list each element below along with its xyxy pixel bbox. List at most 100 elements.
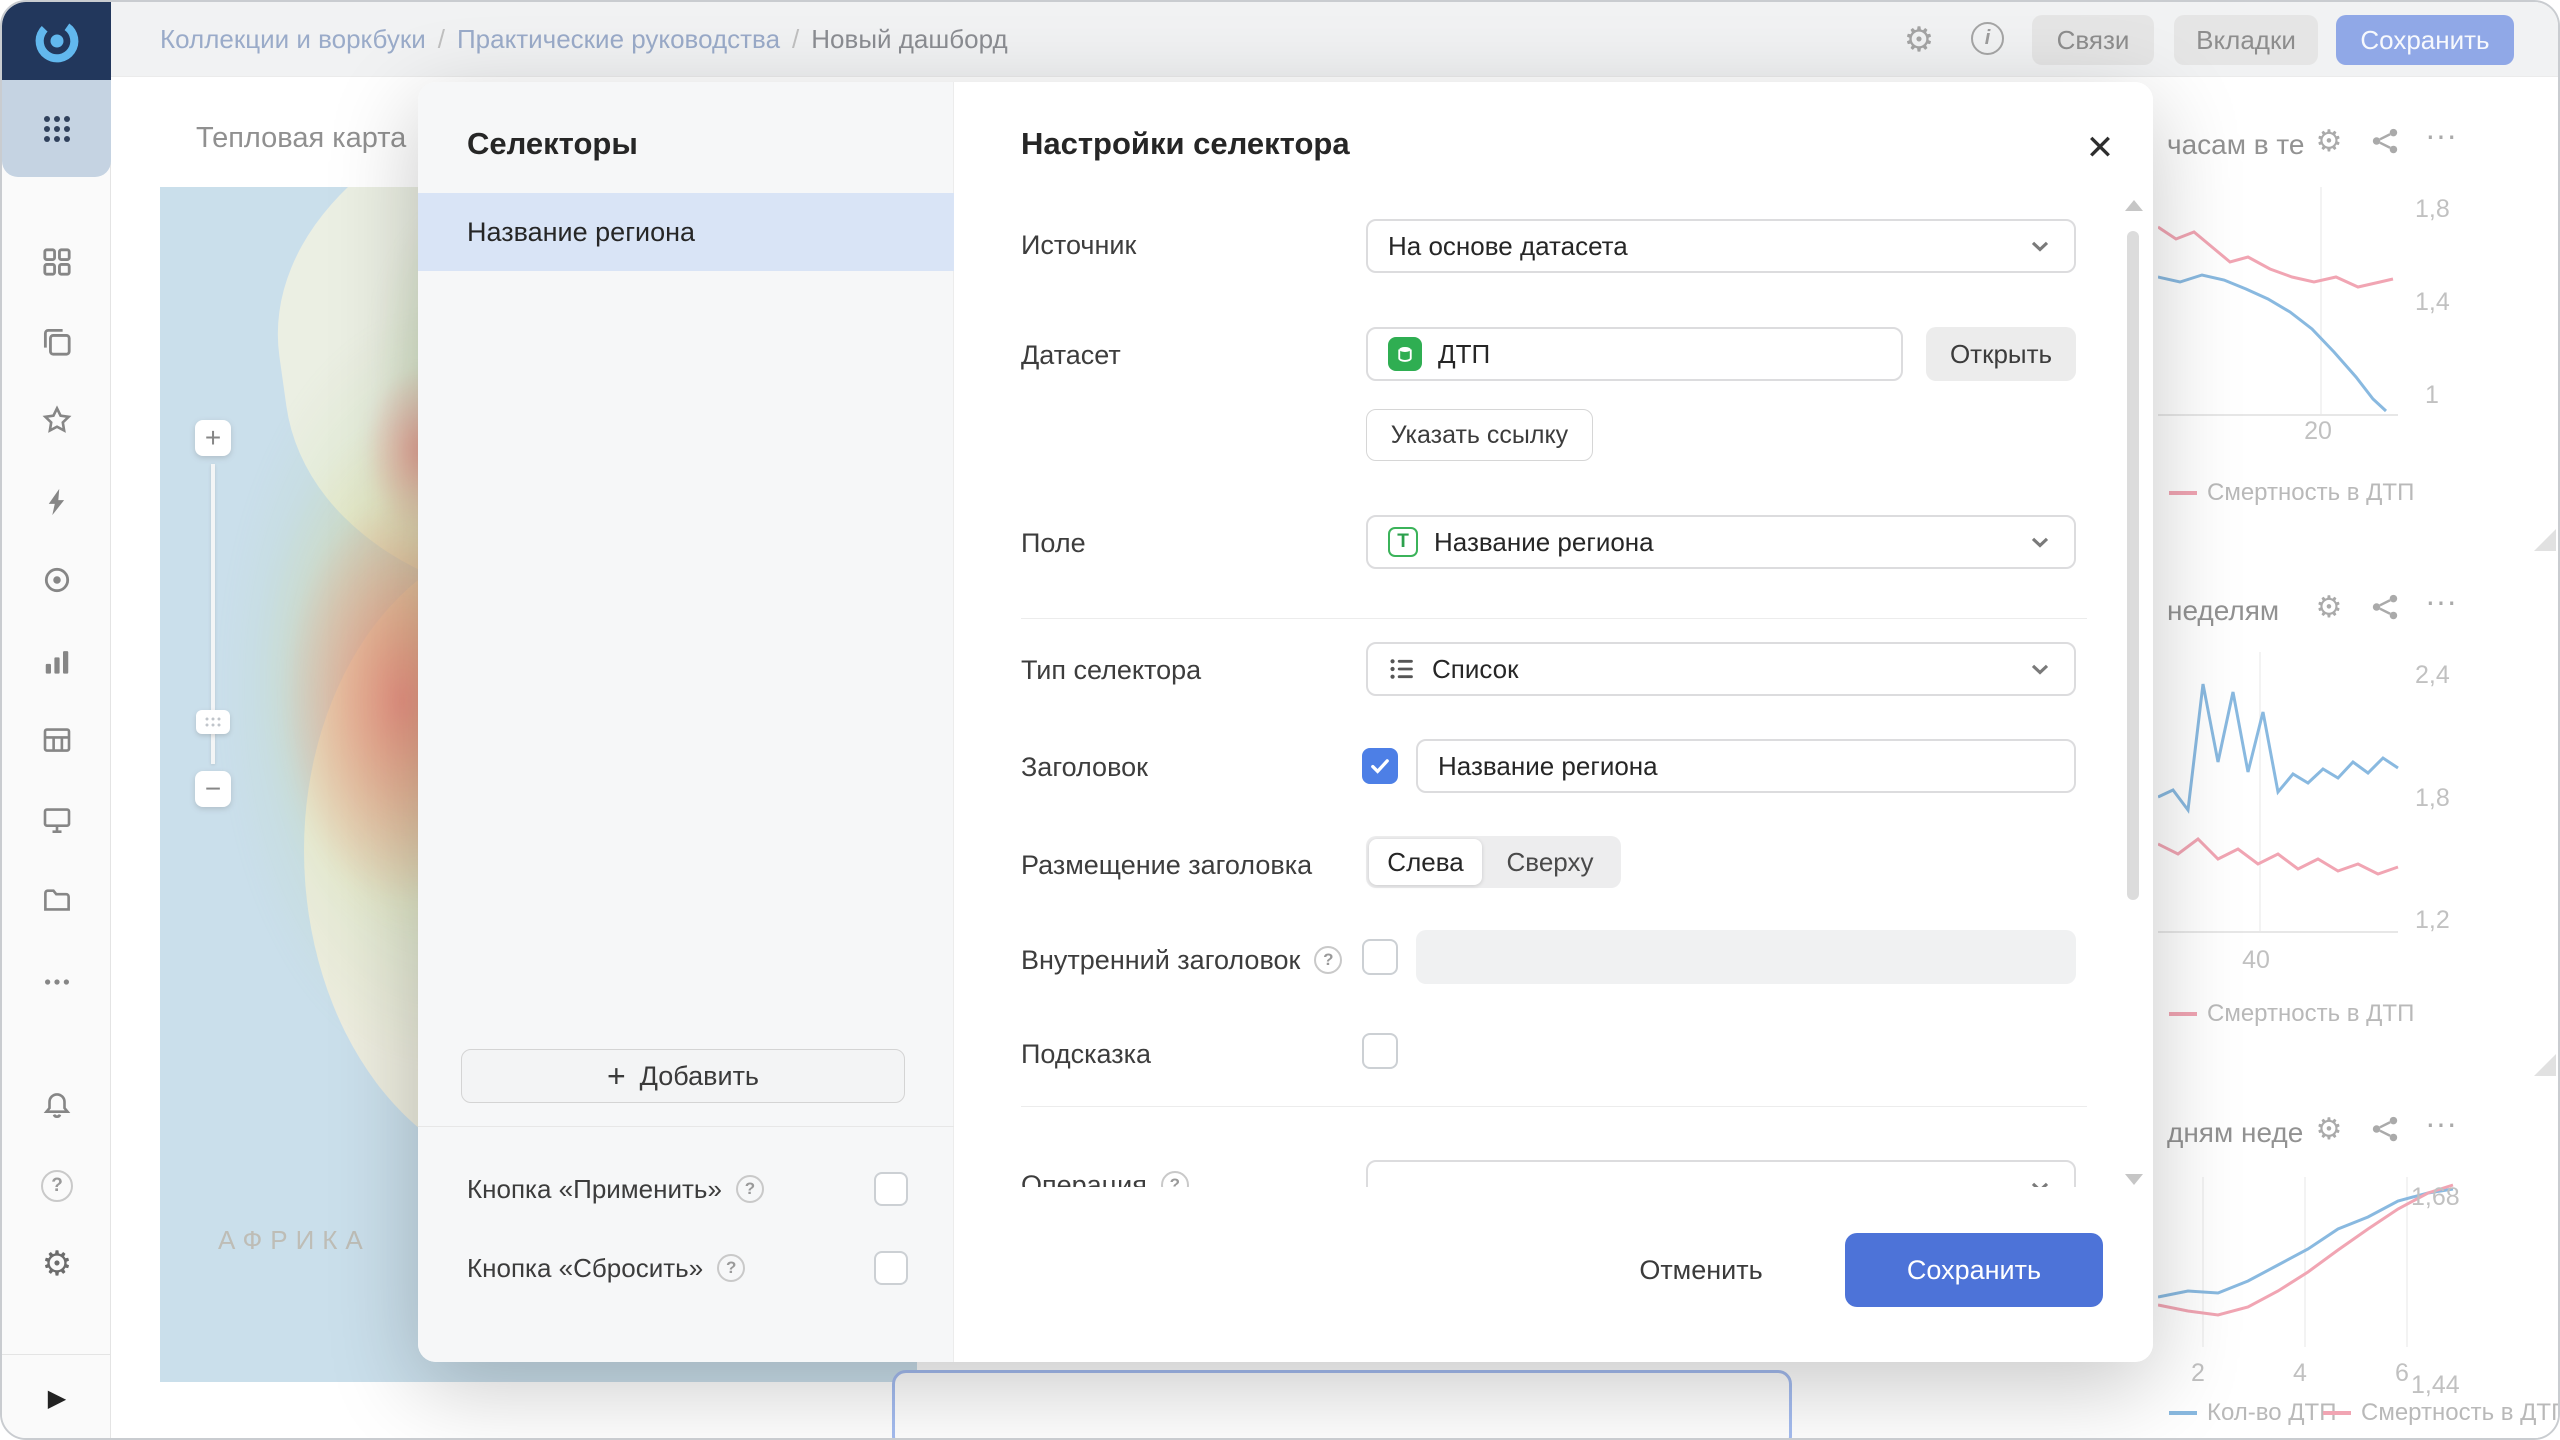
section-divider: [1021, 1106, 2087, 1107]
squares-grid-icon: [42, 247, 72, 277]
operation-select[interactable]: [1366, 1160, 2076, 1187]
inner-title-checkbox[interactable]: [1362, 939, 1398, 975]
section-divider: [1021, 618, 2087, 619]
field-label: Поле: [1021, 526, 1086, 560]
source-label: Источник: [1021, 228, 1136, 262]
folder-icon: [42, 885, 72, 915]
sidebar-item-more[interactable]: [39, 964, 75, 1000]
play-icon: ▶: [48, 1384, 66, 1413]
dataset-label: Датасет: [1021, 338, 1121, 372]
selector-list-item-active[interactable]: Название региона: [418, 193, 954, 271]
selectors-panel: Селекторы Название региона + Добавить Кн…: [418, 82, 954, 1362]
lightning-icon: [42, 487, 72, 517]
selector-type-value: Список: [1432, 654, 1519, 685]
selector-type-label: Тип селектора: [1021, 653, 1201, 687]
add-selector-button[interactable]: + Добавить: [461, 1049, 905, 1103]
question-icon: ?: [41, 1170, 73, 1202]
placement-option-left[interactable]: Слева: [1369, 839, 1482, 885]
title-label: Заголовок: [1021, 750, 1148, 784]
help-icon[interactable]: ?: [717, 1254, 745, 1282]
settings-panel: Настройки селектора ✕ Источник На основе…: [954, 82, 2153, 1362]
reset-option-label: Кнопка «Сбросить»: [467, 1253, 703, 1284]
sidebar-item-lens[interactable]: [39, 562, 75, 598]
help-icon[interactable]: ?: [1314, 946, 1342, 974]
logo-swirl-icon: [31, 15, 83, 67]
sidebar-divider: [2, 1354, 111, 1355]
selector-type-select[interactable]: Список: [1366, 642, 2076, 696]
field-value: Название региона: [1434, 527, 1654, 558]
reset-button-option: Кнопка «Сбросить» ?: [467, 1251, 745, 1285]
specify-link-button[interactable]: Указать ссылку: [1366, 409, 1593, 461]
panel-divider: [418, 1126, 954, 1127]
sidebar-item-datasets[interactable]: [39, 722, 75, 758]
field-select[interactable]: T Название региона: [1366, 515, 2076, 569]
hint-checkbox[interactable]: [1362, 1033, 1398, 1069]
sidebar-item-favorites[interactable]: [39, 402, 75, 438]
datalens-logo[interactable]: [2, 2, 111, 80]
inner-title-text-field: [1416, 930, 2076, 984]
modal-scrollbar-thumb[interactable]: [2127, 231, 2139, 900]
table-icon: [42, 725, 72, 755]
star-icon: [42, 405, 72, 435]
add-selector-label: Добавить: [640, 1061, 759, 1092]
scroll-up-icon[interactable]: [2125, 200, 2143, 211]
title-text-field[interactable]: [1416, 739, 2076, 793]
dataset-input[interactable]: ДТП: [1366, 327, 1903, 381]
dataset-value: ДТП: [1438, 339, 1490, 370]
placement-segmented-control: Слева Сверху: [1366, 836, 1621, 888]
cancel-button[interactable]: Отменить: [1626, 1233, 1776, 1307]
chevron-down-icon: [2026, 232, 2054, 260]
settings-scroll-area: Источник На основе датасета Датасет ДТП …: [954, 82, 2153, 1187]
app-window: ? ⚙ ▶ Коллекции и воркбуки / Практически…: [0, 0, 2560, 1440]
title-checkbox[interactable]: [1362, 748, 1398, 784]
notifications-button[interactable]: [39, 1088, 75, 1124]
placement-label: Размещение заголовка: [1021, 848, 1312, 882]
reset-button-checkbox[interactable]: [874, 1251, 908, 1285]
apps-grid-icon: [41, 113, 73, 145]
apply-button-checkbox[interactable]: [874, 1172, 908, 1206]
inner-title-input: [1436, 942, 2056, 973]
list-icon: [1388, 655, 1416, 683]
bar-chart-icon: [42, 647, 72, 677]
inner-title-label-text: Внутренний заголовок: [1021, 945, 1300, 976]
inner-title-label: Внутренний заголовок ?: [1021, 943, 1342, 977]
help-icon[interactable]: ?: [736, 1175, 764, 1203]
placement-option-top[interactable]: Сверху: [1482, 839, 1618, 885]
sidebar-item-collections[interactable]: [39, 244, 75, 280]
app-switcher[interactable]: [2, 80, 111, 177]
open-dataset-button[interactable]: Открыть: [1926, 327, 2076, 381]
sidebar-item-files[interactable]: [39, 882, 75, 918]
chevron-down-icon: [2026, 655, 2054, 683]
monitor-icon: [42, 805, 72, 835]
help-button[interactable]: ?: [39, 1168, 75, 1204]
sidebar-expand-button[interactable]: ▶: [39, 1380, 75, 1416]
chevron-down-icon: [2026, 1173, 2054, 1187]
string-field-type-icon: T: [1388, 527, 1418, 557]
operation-label: Операция ?: [1021, 1168, 1189, 1187]
hint-label: Подсказка: [1021, 1037, 1151, 1071]
layers-icon: [42, 327, 72, 357]
selectors-panel-title: Селекторы: [467, 126, 638, 162]
sidebar-settings-button[interactable]: ⚙: [39, 1246, 75, 1282]
gear-icon: ⚙: [42, 1244, 72, 1284]
bell-icon: [42, 1091, 72, 1121]
scroll-down-icon[interactable]: [2125, 1174, 2143, 1185]
lens-icon: [42, 565, 72, 595]
ellipsis-icon: [42, 967, 72, 997]
sidebar-item-dashboards[interactable]: [39, 802, 75, 838]
title-input[interactable]: [1438, 751, 2054, 782]
sidebar-item-workbooks[interactable]: [39, 324, 75, 360]
apply-button-option: Кнопка «Применить» ?: [467, 1172, 764, 1206]
selector-settings-modal: Селекторы Название региона + Добавить Кн…: [418, 82, 2153, 1362]
sidebar-item-charts[interactable]: [39, 644, 75, 680]
modal-save-button[interactable]: Сохранить: [1845, 1233, 2103, 1307]
help-icon[interactable]: ?: [1161, 1171, 1189, 1187]
left-sidebar: ? ⚙ ▶: [2, 2, 111, 1440]
chevron-down-icon: [2026, 528, 2054, 556]
sidebar-item-quick-start[interactable]: [39, 484, 75, 520]
dataset-icon: [1388, 337, 1422, 371]
plus-icon: +: [607, 1060, 626, 1092]
operation-label-text: Операция: [1021, 1170, 1147, 1188]
source-select[interactable]: На основе датасета: [1366, 219, 2076, 273]
apply-option-label: Кнопка «Применить»: [467, 1174, 722, 1205]
